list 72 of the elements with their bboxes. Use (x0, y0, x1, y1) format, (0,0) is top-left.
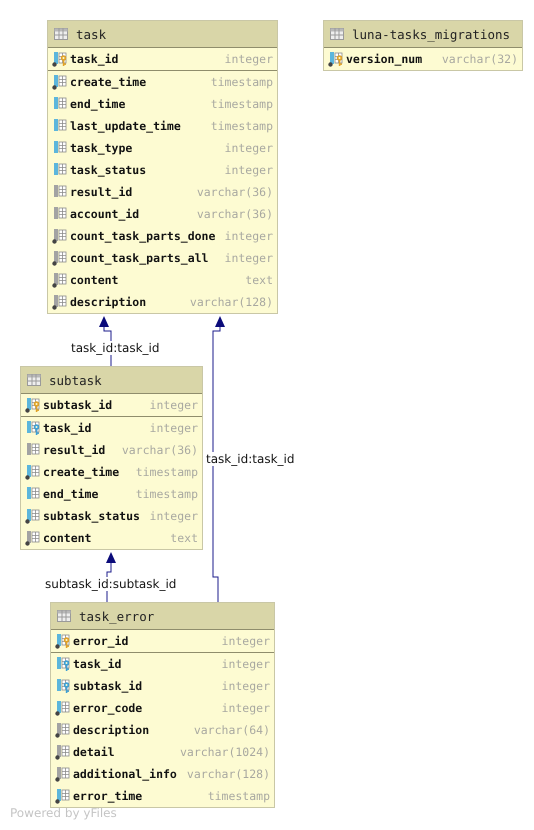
footer-credit: Powered by yFiles (10, 806, 117, 820)
column-name: create_time (43, 465, 120, 479)
column-name: end_time (70, 97, 126, 111)
column-type: integer (224, 141, 273, 155)
column-name: count_task_parts_done (70, 229, 216, 243)
column-name: error_time (73, 789, 144, 803)
column-type: varchar(36) (196, 207, 273, 221)
column-type: integer (220, 657, 270, 671)
column-name: subtask_id (73, 679, 144, 693)
column-name: error_id (73, 634, 130, 648)
column-name: error_code (73, 701, 144, 715)
column-name: count_task_parts_all (70, 251, 210, 265)
column-type: timestamp (134, 465, 198, 479)
table-name: subtask (49, 372, 102, 388)
table-node[interactable]: subtask subtask_id integer task_id integer result_id varchar(36) create_time timestamp end_time timestamp subtask_status integer content text (20, 366, 203, 550)
column-name: additional_info (73, 767, 178, 781)
column-type: integer (148, 398, 198, 412)
column-type: timestamp (210, 75, 273, 89)
column-type: integer (224, 163, 273, 177)
table-icon (57, 610, 71, 622)
column-name: last_update_time (70, 119, 182, 133)
column-name: end_time (43, 487, 100, 501)
column-type: varchar(32) (440, 52, 518, 66)
column-name: account_id (70, 207, 140, 221)
table-name: task (76, 26, 106, 42)
column-name: task_id (73, 657, 122, 671)
column-name: task_id (43, 421, 92, 435)
column-name: version_num (346, 52, 424, 66)
table-icon (330, 28, 344, 40)
column-name: detail (73, 745, 116, 759)
column-name: description (73, 723, 150, 737)
column-type: varchar(64) (192, 723, 270, 737)
column-type: text (244, 273, 273, 287)
column-name: task_status (70, 163, 148, 177)
column-name: task_id (70, 52, 120, 66)
table-node[interactable]: luna-tasks_migrations version_num varchar(32) (323, 20, 523, 71)
column-type: timestamp (210, 119, 273, 133)
table-icon (27, 374, 41, 386)
relation-label: subtask_id:subtask_id (45, 577, 176, 591)
column-type: text (169, 531, 198, 545)
column-name: content (43, 531, 92, 545)
column-type: timestamp (206, 789, 270, 803)
column-name: task_type (70, 141, 134, 155)
column-type: integer (148, 421, 198, 435)
column-type: integer (220, 701, 270, 715)
column-type: integer (220, 679, 270, 693)
column-type: varchar(128) (186, 767, 270, 781)
column-type: integer (220, 634, 270, 648)
column-type: varchar(128) (188, 295, 273, 309)
column-name: description (70, 295, 148, 309)
column-type: varchar(36) (196, 185, 273, 199)
column-type: integer (224, 229, 273, 243)
column-name: create_time (70, 75, 148, 89)
column-type: timestamp (210, 97, 273, 111)
column-type: timestamp (134, 487, 198, 501)
column-type: integer (224, 52, 273, 66)
column-type: varchar(1024) (178, 745, 270, 759)
relation-label: task_id:task_id (71, 341, 160, 355)
column-name: result_id (70, 185, 134, 199)
column-type: varchar(36) (120, 443, 198, 457)
column-name: result_id (43, 443, 106, 457)
column-name: subtask_status (43, 509, 141, 523)
relation-label: task_id:task_id (206, 452, 294, 466)
column-type: integer (148, 509, 198, 523)
column-type: integer (224, 251, 273, 265)
column-name: content (70, 273, 120, 287)
table-name: luna-tasks_migrations (352, 26, 510, 42)
table-node[interactable]: task_error error_id integer task_id integer subtask_id integer error_code integer description varchar(64) detail varchar(1024) additional_info varchar(128) error_time timestamp (50, 602, 275, 808)
table-node[interactable] (47, 20, 278, 314)
column-name: subtask_id (43, 398, 114, 412)
table-icon (54, 28, 68, 40)
table-name: task_error (79, 608, 154, 624)
